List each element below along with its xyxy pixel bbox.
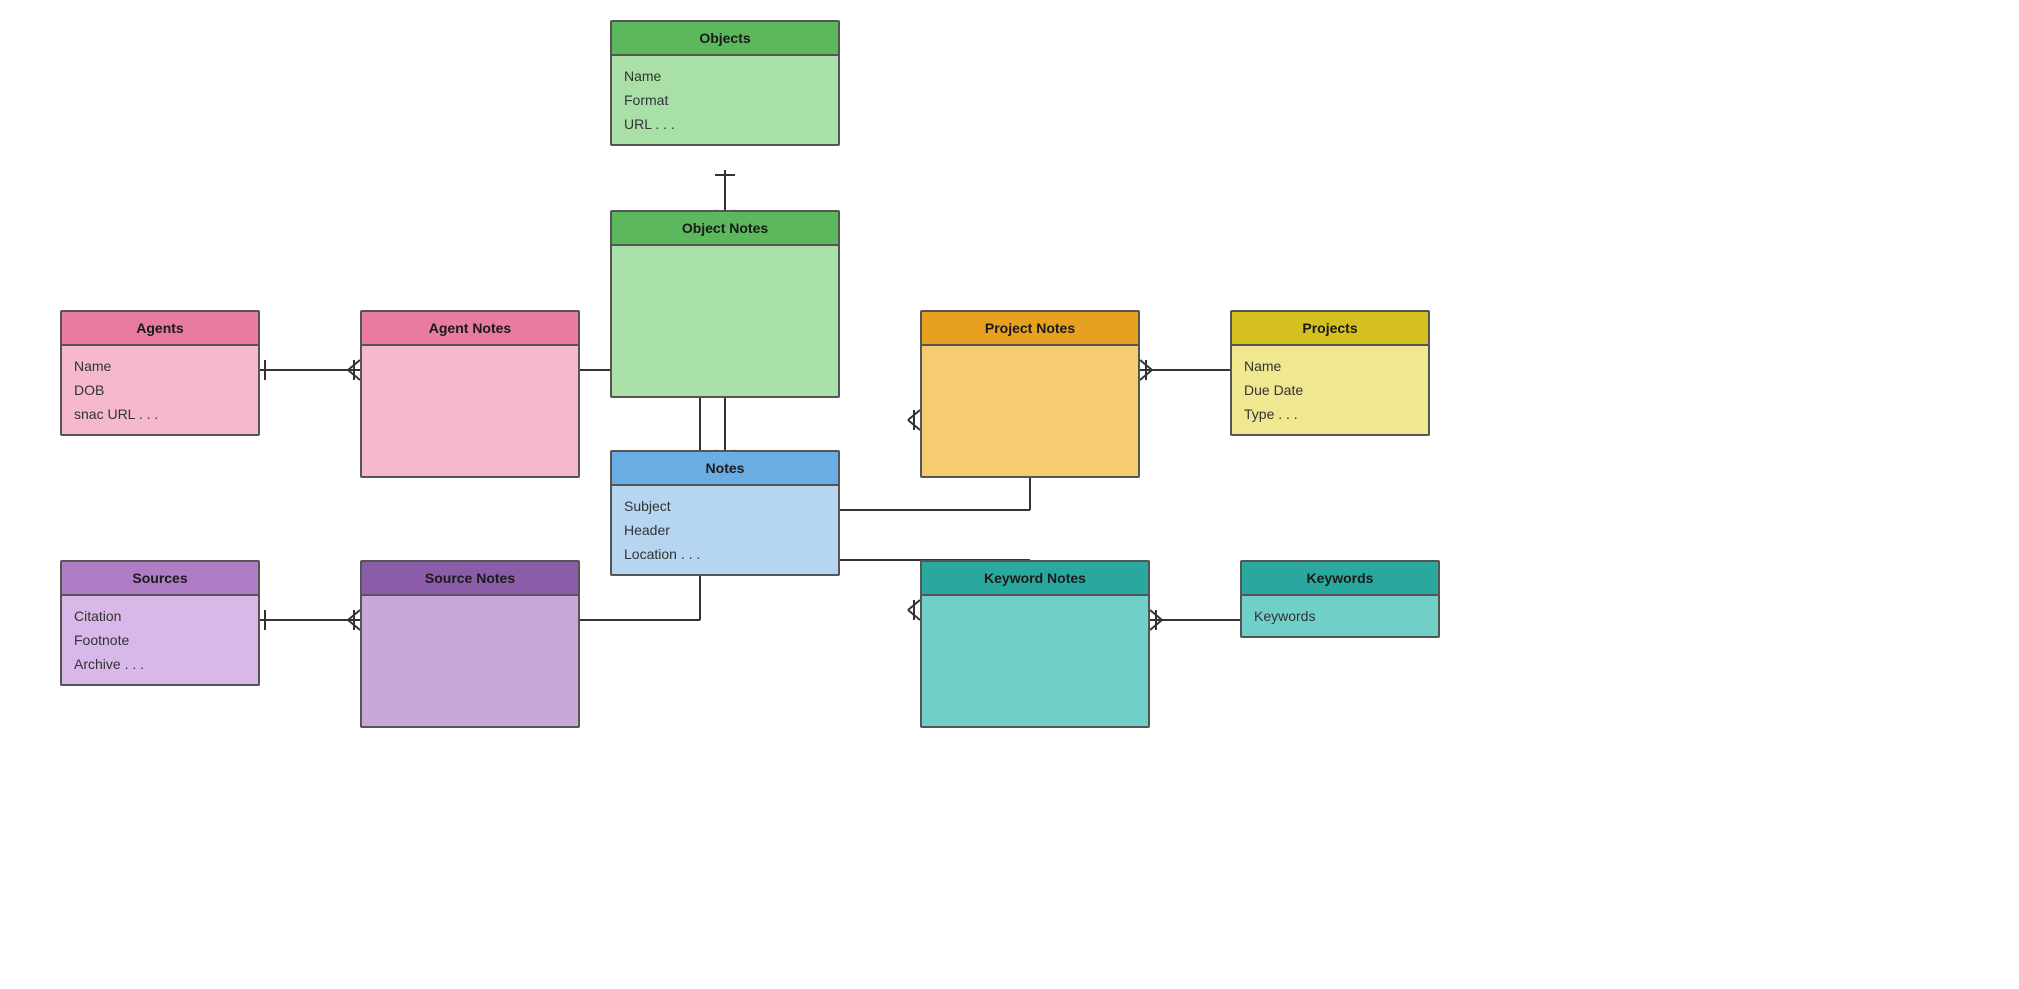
projects-entity: Projects Name Due Date Type . . . (1230, 310, 1430, 436)
objects-title: Objects (612, 22, 838, 56)
sourcenotes-title: Source Notes (362, 562, 578, 596)
agentnotes-body (362, 346, 578, 476)
projects-field-2: Due Date (1244, 378, 1416, 402)
projectnotes-title: Project Notes (922, 312, 1138, 346)
keywords-field-1: Keywords (1254, 604, 1426, 628)
projects-field-3: Type . . . (1244, 402, 1416, 426)
diagram: Objects Name Format URL . . . Object Not… (0, 0, 2019, 989)
objectnotes-body (612, 246, 838, 396)
sources-body: Citation Footnote Archive . . . (62, 596, 258, 684)
agents-title: Agents (62, 312, 258, 346)
keynotes-body (922, 596, 1148, 726)
agents-body: Name DOB snac URL . . . (62, 346, 258, 434)
notes-field-2: Header (624, 518, 826, 542)
agents-field-3: snac URL . . . (74, 402, 246, 426)
keynotes-entity: Keyword Notes (920, 560, 1150, 728)
agentnotes-title: Agent Notes (362, 312, 578, 346)
notes-title: Notes (612, 452, 838, 486)
sources-title: Sources (62, 562, 258, 596)
keywords-title: Keywords (1242, 562, 1438, 596)
sources-field-3: Archive . . . (74, 652, 246, 676)
sources-field-1: Citation (74, 604, 246, 628)
keywords-entity: Keywords Keywords (1240, 560, 1440, 638)
objects-field-3: URL . . . (624, 112, 826, 136)
sourcenotes-entity: Source Notes (360, 560, 580, 728)
projects-field-1: Name (1244, 354, 1416, 378)
objectnotes-title: Object Notes (612, 212, 838, 246)
sources-entity: Sources Citation Footnote Archive . . . (60, 560, 260, 686)
notes-body: Subject Header Location . . . (612, 486, 838, 574)
projects-body: Name Due Date Type . . . (1232, 346, 1428, 434)
connector-lines (0, 0, 2019, 989)
agents-field-2: DOB (74, 378, 246, 402)
notes-entity: Notes Subject Header Location . . . (610, 450, 840, 576)
projectnotes-entity: Project Notes (920, 310, 1140, 478)
keynotes-title: Keyword Notes (922, 562, 1148, 596)
objects-body: Name Format URL . . . (612, 56, 838, 144)
objects-field-1: Name (624, 64, 826, 88)
agents-entity: Agents Name DOB snac URL . . . (60, 310, 260, 436)
objectnotes-entity: Object Notes (610, 210, 840, 398)
projectnotes-body (922, 346, 1138, 476)
keywords-body: Keywords (1242, 596, 1438, 636)
projects-title: Projects (1232, 312, 1428, 346)
agents-field-1: Name (74, 354, 246, 378)
sourcenotes-body (362, 596, 578, 726)
sources-field-2: Footnote (74, 628, 246, 652)
agentnotes-entity: Agent Notes (360, 310, 580, 478)
notes-field-3: Location . . . (624, 542, 826, 566)
notes-field-1: Subject (624, 494, 826, 518)
objects-field-2: Format (624, 88, 826, 112)
objects-entity: Objects Name Format URL . . . (610, 20, 840, 146)
